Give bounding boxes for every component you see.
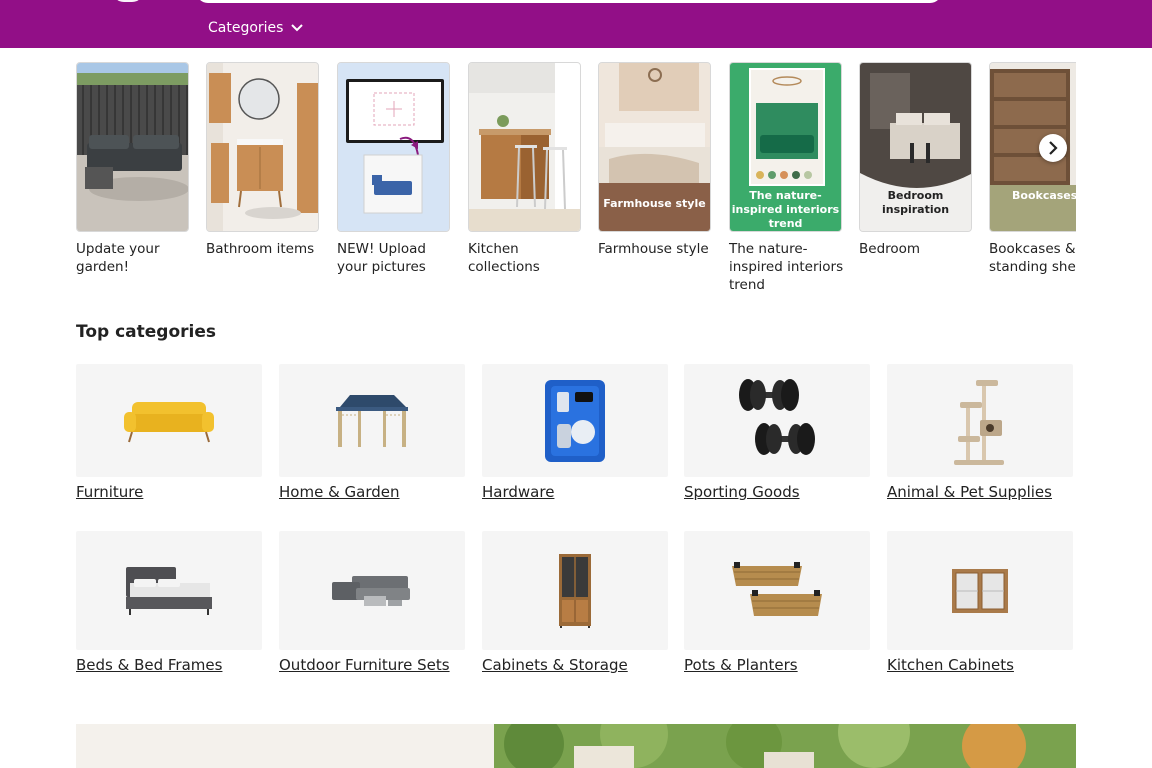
inspiration-card-bookcases[interactable]: Bookcases & standing shelves Bookcases &… xyxy=(989,62,1076,276)
category-beds-bed-frames[interactable]: Beds & Bed Frames xyxy=(76,531,262,674)
card-caption: Bathroom items xyxy=(206,241,315,257)
categories-menu-button[interactable]: Categories xyxy=(208,18,304,38)
top-categories-title: Top categories xyxy=(76,322,217,342)
card-caption: Bookcases & standing shelves xyxy=(989,241,1076,275)
card-overlay-label: Bedroom inspiration xyxy=(881,189,950,216)
card-overlay-label: Farmhouse style xyxy=(603,197,706,210)
category-tile[interactable] xyxy=(684,531,870,650)
bedroom-image: Bedroom inspiration xyxy=(859,62,972,232)
upload-image xyxy=(337,62,450,232)
category-sporting-goods[interactable]: Sporting Goods xyxy=(684,364,870,501)
card-caption: NEW! Upload your pictures xyxy=(337,241,426,275)
category-label[interactable]: Outdoor Furniture Sets xyxy=(279,656,465,674)
category-tile[interactable] xyxy=(482,364,668,477)
category-label[interactable]: Beds & Bed Frames xyxy=(76,656,262,674)
promo-banner[interactable] xyxy=(76,724,1076,768)
cat-tree-icon xyxy=(954,379,1004,465)
category-label[interactable]: Furniture xyxy=(76,483,262,501)
category-label[interactable]: Home & Garden xyxy=(279,483,465,501)
category-tile[interactable] xyxy=(887,531,1073,650)
category-tile[interactable] xyxy=(76,364,262,477)
inspiration-carousel: Update your garden! Bathroom items NEW! … xyxy=(76,62,1076,302)
inspiration-card-nature[interactable]: The nature-inspired interiors trend The … xyxy=(729,62,844,294)
category-hardware[interactable]: Hardware xyxy=(482,364,668,501)
category-cabinets-storage[interactable]: Cabinets & Storage xyxy=(482,531,668,674)
kitchen-image xyxy=(468,62,581,232)
category-tile[interactable] xyxy=(279,531,465,650)
bathroom-image xyxy=(206,62,319,232)
category-label[interactable]: Pots & Planters xyxy=(684,656,870,674)
planter-boxes-icon xyxy=(732,561,822,616)
top-header: Categories xyxy=(0,0,1152,48)
category-label[interactable]: Kitchen Cabinets xyxy=(887,656,1073,674)
bed-icon xyxy=(126,566,212,615)
carousel-next-button[interactable] xyxy=(1039,134,1067,162)
farmhouse-image: Farmhouse style xyxy=(598,62,711,232)
categories-label: Categories xyxy=(208,20,284,36)
chevron-down-icon xyxy=(291,24,304,32)
card-caption: Bedroom xyxy=(859,241,921,257)
card-caption: The nature-inspired interiors trend xyxy=(729,241,844,293)
card-caption: Update your garden! xyxy=(76,241,160,275)
category-home-garden[interactable]: Home & Garden xyxy=(279,364,465,501)
spray-gun-kit-icon xyxy=(545,379,605,462)
category-tile[interactable] xyxy=(76,531,262,650)
category-pots-planters[interactable]: Pots & Planters xyxy=(684,531,870,674)
chevron-right-icon xyxy=(1049,141,1058,155)
card-overlay-label: The nature-inspired interiors trend xyxy=(731,189,840,230)
inspiration-card-farmhouse[interactable]: Farmhouse style Farmhouse style xyxy=(598,62,711,258)
card-caption: Farmhouse style xyxy=(598,241,709,257)
promo-banner-text-panel xyxy=(76,724,494,768)
sofa-icon xyxy=(124,401,214,442)
category-tile[interactable] xyxy=(279,364,465,477)
tall-cabinet-icon xyxy=(559,553,591,628)
category-label[interactable]: Animal & Pet Supplies xyxy=(887,483,1073,501)
category-label[interactable]: Sporting Goods xyxy=(684,483,870,501)
category-tile[interactable] xyxy=(887,364,1073,477)
gazebo-icon xyxy=(336,394,408,447)
inspiration-card-garden[interactable]: Update your garden! xyxy=(76,62,189,276)
category-furniture[interactable]: Furniture xyxy=(76,364,262,501)
dumbbells-icon xyxy=(739,378,815,455)
logo[interactable] xyxy=(112,0,144,2)
nature-image: The nature-inspired interiors trend xyxy=(729,62,842,232)
inspiration-card-kitchen[interactable]: Kitchen collections xyxy=(468,62,581,276)
category-animal-pet-supplies[interactable]: Animal & Pet Supplies xyxy=(887,364,1073,501)
wall-cabinet-icon xyxy=(952,568,1008,613)
category-tile[interactable] xyxy=(482,531,668,650)
category-outdoor-furniture-sets[interactable]: Outdoor Furniture Sets xyxy=(279,531,465,674)
garden-image xyxy=(76,62,189,232)
card-caption: Kitchen collections xyxy=(468,241,540,275)
category-kitchen-cabinets[interactable]: Kitchen Cabinets xyxy=(887,531,1073,674)
inspiration-card-upload[interactable]: NEW! Upload your pictures xyxy=(337,62,450,276)
category-label[interactable]: Hardware xyxy=(482,483,668,501)
outdoor-sofa-set-icon xyxy=(332,575,410,606)
inspiration-card-bathroom[interactable]: Bathroom items xyxy=(206,62,319,258)
inspiration-card-bedroom[interactable]: Bedroom inspiration Bedroom xyxy=(859,62,972,258)
search-bar[interactable] xyxy=(196,0,942,3)
card-overlay-label: Bookcases & standing shelves xyxy=(1012,189,1076,202)
category-tile[interactable] xyxy=(684,364,870,477)
promo-banner-image xyxy=(494,724,1076,768)
category-label[interactable]: Cabinets & Storage xyxy=(482,656,668,674)
